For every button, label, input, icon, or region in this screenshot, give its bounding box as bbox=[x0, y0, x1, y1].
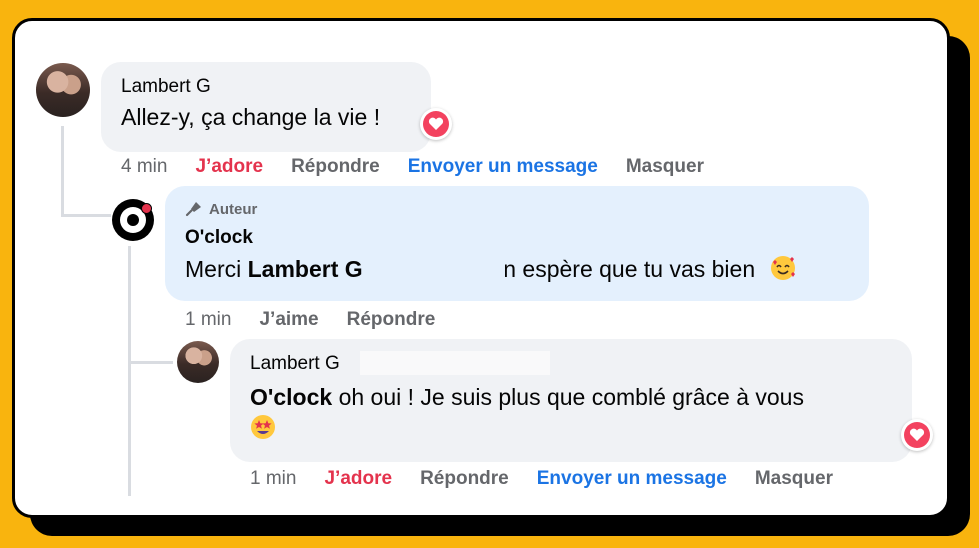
comment-time[interactable]: 1 min bbox=[250, 468, 296, 490]
love-reaction-icon[interactable] bbox=[420, 108, 452, 140]
author-badge-label: Auteur bbox=[209, 200, 258, 218]
comment-text: O'clock oh oui ! Je suis plus que comblé… bbox=[250, 381, 892, 448]
comment-bubble: Lambert G Allez-y, ça change la vie ! bbox=[101, 62, 431, 152]
comment-text-post: oh oui ! Je suis plus que comblé grâce à… bbox=[332, 384, 804, 410]
author-badge: Auteur bbox=[185, 200, 849, 218]
comment-author[interactable]: Lambert G bbox=[121, 76, 411, 98]
reply-button[interactable]: Répondre bbox=[347, 309, 436, 331]
comment-time[interactable]: 1 min bbox=[185, 309, 231, 331]
send-message-button[interactable]: Envoyer un message bbox=[408, 156, 598, 178]
love-reaction-icon[interactable] bbox=[901, 419, 933, 451]
avatar[interactable] bbox=[177, 341, 219, 383]
comment-author[interactable]: O'clock bbox=[185, 227, 849, 249]
hide-button[interactable]: Masquer bbox=[626, 156, 704, 178]
comment-actions: 1 min J’adore Répondre Envoyer un messag… bbox=[250, 468, 861, 490]
comment-text-pre: Merci bbox=[185, 256, 248, 283]
mention-link[interactable]: Lambert G bbox=[248, 256, 363, 282]
comment-author[interactable]: Lambert G bbox=[250, 353, 892, 375]
comment-text: Merci Lambert G , on espère que tu vas bi… bbox=[185, 255, 849, 287]
comment-actions: 4 min J’adore Répondre Envoyer un messag… bbox=[121, 156, 732, 178]
microphone-icon bbox=[185, 202, 201, 217]
thread-line bbox=[61, 214, 111, 217]
mention-link[interactable]: O'clock bbox=[250, 384, 332, 410]
smiling-face-with-hearts-emoji-icon bbox=[770, 255, 796, 287]
comment-bubble: Auteur O'clock Merci Lambert G , on espèr… bbox=[165, 186, 869, 301]
comment-actions: 1 min J’aime Répondre bbox=[185, 309, 463, 331]
avatar[interactable] bbox=[36, 63, 90, 117]
star-struck-emoji-icon bbox=[250, 414, 276, 448]
thread-line bbox=[128, 246, 131, 496]
oclock-avatar[interactable] bbox=[112, 199, 154, 241]
comment-text-post: , on espère que tu vas bien bbox=[477, 256, 756, 283]
comment-bubble: Lambert G O'clock oh oui ! Je suis plus … bbox=[230, 339, 912, 462]
send-message-button[interactable]: Envoyer un message bbox=[537, 468, 727, 490]
love-button[interactable]: J’adore bbox=[324, 468, 392, 490]
comment-time[interactable]: 4 min bbox=[121, 156, 167, 178]
comment-thread-card: Lambert G Allez-y, ça change la vie ! 4 … bbox=[12, 18, 950, 518]
hide-button[interactable]: Masquer bbox=[755, 468, 833, 490]
redacted-area bbox=[360, 351, 550, 375]
redacted-area bbox=[390, 256, 505, 288]
comment-text: Allez-y, ça change la vie ! bbox=[121, 104, 381, 130]
reply-button[interactable]: Répondre bbox=[420, 468, 509, 490]
like-button[interactable]: J’aime bbox=[259, 309, 318, 331]
thread-line bbox=[61, 126, 64, 216]
love-button[interactable]: J’adore bbox=[195, 156, 263, 178]
reply-button[interactable]: Répondre bbox=[291, 156, 380, 178]
thread-line bbox=[128, 361, 173, 364]
